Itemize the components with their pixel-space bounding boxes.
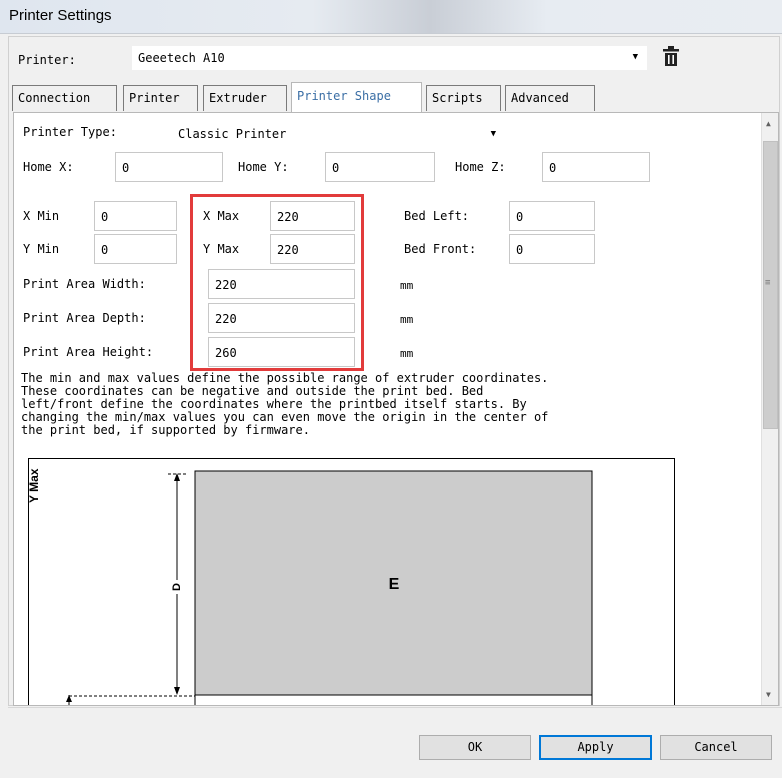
- printer-label: Printer:: [18, 53, 76, 67]
- home-y-input[interactable]: 0: [325, 152, 435, 182]
- printer-select-value: Geeetech A10: [138, 51, 225, 65]
- title-bar: Printer Settings: [0, 0, 782, 34]
- x-max-label: X Max: [203, 209, 240, 223]
- home-y-label: Home Y:: [238, 160, 289, 174]
- tab-scripts[interactable]: Scripts: [426, 85, 501, 111]
- printer-row: Printer: Geeetech A10 ▼: [10, 44, 770, 70]
- print-area-height-input[interactable]: 260: [208, 337, 355, 367]
- tab-extruder[interactable]: Extruder: [203, 85, 287, 111]
- tab-advanced[interactable]: Advanced: [505, 85, 595, 111]
- tab-connection[interactable]: Connection: [12, 85, 117, 111]
- home-z-input[interactable]: 0: [542, 152, 650, 182]
- scroll-down-icon[interactable]: ▼: [766, 690, 771, 699]
- x-min-input[interactable]: 0: [94, 201, 177, 231]
- height-unit: mm: [400, 347, 414, 360]
- depth-dimension-label: D: [171, 583, 183, 591]
- print-area-depth-input[interactable]: 220: [208, 303, 355, 333]
- bed-left-label: Bed Left:: [404, 209, 470, 223]
- bed-front-label: Bed Front:: [404, 242, 477, 256]
- diagram-canvas: Y Max D E: [29, 468, 593, 705]
- print-bed-label: E: [389, 576, 400, 593]
- apply-button[interactable]: Apply: [539, 735, 652, 760]
- description-line: the print bed, if supported by firmware.: [21, 423, 310, 437]
- print-area-depth-label: Print Area Depth:: [23, 311, 146, 325]
- dropdown-arrow-icon[interactable]: ▼: [633, 52, 638, 62]
- printer-shape-diagram: Y Max D E: [28, 458, 675, 705]
- ok-button[interactable]: OK: [419, 735, 531, 760]
- print-area-height-label: Print Area Height:: [23, 345, 154, 359]
- bed-left-input[interactable]: 0: [509, 201, 595, 231]
- shape-description: The min and max values define the possib…: [21, 372, 661, 437]
- x-min-label: X Min: [23, 209, 60, 223]
- window-title: Printer Settings: [9, 7, 112, 24]
- dropdown-arrow-icon[interactable]: ▼: [491, 129, 496, 139]
- printer-shape-panel: Printer Type: Classic Printer ▼ Home X: …: [13, 112, 779, 706]
- arrow-down-icon: [174, 687, 180, 695]
- home-x-input[interactable]: 0: [115, 152, 223, 182]
- trash-icon[interactable]: [661, 44, 681, 68]
- y-max-label: Y Max: [203, 242, 240, 256]
- settings-tabs: Connection Printer Extruder Printer Shap…: [12, 82, 772, 112]
- dialog-footer: OK Apply Cancel: [8, 707, 782, 778]
- y-min-input[interactable]: 0: [94, 234, 177, 264]
- y-min-label: Y Min: [23, 242, 60, 256]
- print-area-width-input[interactable]: 220: [208, 269, 355, 299]
- printer-select[interactable]: Geeetech A10 ▼: [132, 46, 647, 70]
- tab-printer-shape[interactable]: Printer Shape: [291, 82, 422, 112]
- printer-type-label: Printer Type:: [23, 125, 117, 139]
- width-unit: mm: [400, 279, 414, 292]
- x-max-input[interactable]: 220: [270, 201, 355, 231]
- printer-type-value: Classic Printer: [178, 127, 287, 141]
- cancel-button[interactable]: Cancel: [660, 735, 772, 760]
- y-axis-label: Y Max: [29, 468, 41, 503]
- home-x-label: Home X:: [23, 160, 74, 174]
- home-z-label: Home Z:: [455, 160, 506, 174]
- scroll-up-icon[interactable]: ▲: [766, 119, 771, 128]
- depth-unit: mm: [400, 313, 414, 326]
- print-area-width-label: Print Area Width:: [23, 277, 146, 291]
- bed-front-input[interactable]: 0: [509, 234, 595, 264]
- vertical-scrollbar[interactable]: ▲ ≡ ▼: [761, 113, 778, 705]
- y-max-input[interactable]: 220: [270, 234, 355, 264]
- scroll-grip-icon: ≡: [765, 278, 771, 288]
- printer-type-select[interactable]: Classic Printer ▼: [172, 122, 502, 148]
- tab-printer[interactable]: Printer: [123, 85, 198, 111]
